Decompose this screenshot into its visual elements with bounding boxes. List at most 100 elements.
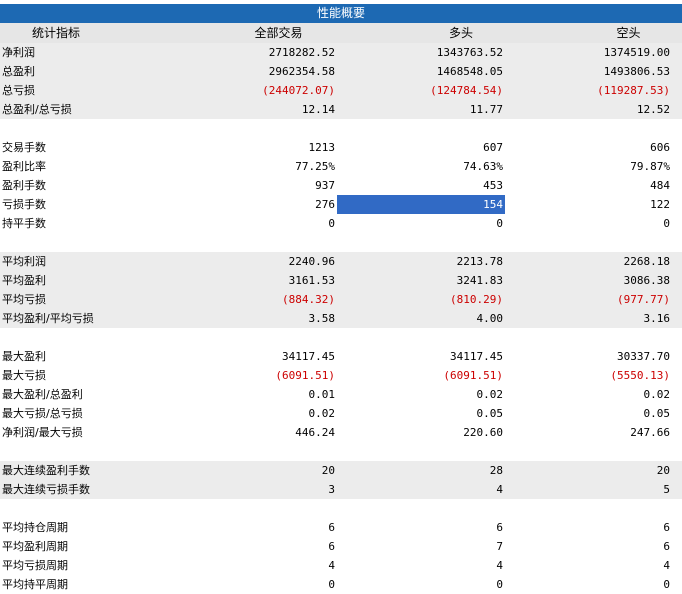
cell-long[interactable]: 607 (337, 138, 505, 157)
header-long[interactable]: 多头 (337, 23, 505, 43)
cell-all[interactable]: 0.01 (170, 385, 337, 404)
cell-long[interactable]: 220.60 (337, 423, 505, 442)
table-row[interactable]: 最大亏损/总亏损 0.02 0.05 0.05 (0, 404, 682, 423)
table-row[interactable]: 最大连续盈利手数 20 28 20 (0, 461, 682, 480)
cell-short[interactable]: 4 (505, 556, 672, 575)
table-row[interactable]: 平均持平周期 0 0 0 (0, 575, 682, 594)
cell-all[interactable]: 276 (170, 195, 337, 214)
table-row[interactable]: 最大盈利/总盈利 0.01 0.02 0.02 (0, 385, 682, 404)
selected-cell[interactable]: 154 (337, 195, 505, 214)
cell-all[interactable]: 77.25% (170, 157, 337, 176)
cell-short[interactable]: (119287.53) (505, 81, 672, 100)
cell-all[interactable]: 6 (170, 537, 337, 556)
cell-short[interactable]: 122 (505, 195, 672, 214)
table-row[interactable]: 总亏损 (244072.07) (124784.54) (119287.53) (0, 81, 682, 100)
table-row[interactable]: 平均亏损周期 4 4 4 (0, 556, 682, 575)
cell-all[interactable]: 2718282.52 (170, 43, 337, 62)
table-row[interactable]: 最大亏损 (6091.51) (6091.51) (5550.13) (0, 366, 682, 385)
cell-short[interactable]: 2268.18 (505, 252, 672, 271)
table-row[interactable]: 平均持仓周期 6 6 6 (0, 518, 682, 537)
cell-short[interactable]: 3086.38 (505, 271, 672, 290)
cell-long[interactable]: 3241.83 (337, 271, 505, 290)
cell-long[interactable]: 0 (337, 575, 505, 594)
table-row[interactable]: 平均利润 2240.96 2213.78 2268.18 (0, 252, 682, 271)
table-row[interactable]: 平均盈利周期 6 7 6 (0, 537, 682, 556)
cell-long[interactable]: 4 (337, 556, 505, 575)
cell-long[interactable]: 11.77 (337, 100, 505, 119)
cell-long[interactable]: 74.63% (337, 157, 505, 176)
table-row[interactable]: 总盈利/总亏损 12.14 11.77 12.52 (0, 100, 682, 119)
cell-short[interactable]: 3.16 (505, 309, 672, 328)
table-row[interactable]: 盈利手数 937 453 484 (0, 176, 682, 195)
cell-short[interactable]: 1374519.00 (505, 43, 672, 62)
cell-short[interactable]: 484 (505, 176, 672, 195)
cell-long[interactable]: 7 (337, 537, 505, 556)
header-metric[interactable]: 统计指标 (0, 23, 170, 43)
cell-all[interactable]: 34117.45 (170, 347, 337, 366)
cell-short[interactable]: 0.05 (505, 404, 672, 423)
cell-short[interactable]: 30337.70 (505, 347, 672, 366)
cell-long[interactable]: 4.00 (337, 309, 505, 328)
table-row[interactable]: 最大连续亏损手数 3 4 5 (0, 480, 682, 499)
cell-long[interactable]: 0.05 (337, 404, 505, 423)
cell-short[interactable]: 247.66 (505, 423, 672, 442)
cell-long[interactable]: 0.02 (337, 385, 505, 404)
table-row[interactable]: 持平手数 0 0 0 (0, 214, 682, 233)
cell-long[interactable]: 2213.78 (337, 252, 505, 271)
table-row[interactable]: 平均盈利 3161.53 3241.83 3086.38 (0, 271, 682, 290)
cell-short[interactable]: 0 (505, 214, 672, 233)
cell-all[interactable]: (244072.07) (170, 81, 337, 100)
table-row[interactable]: 总盈利 2962354.58 1468548.05 1493806.53 (0, 62, 682, 81)
cell-long[interactable]: 1468548.05 (337, 62, 505, 81)
table-row[interactable]: 最大盈利 34117.45 34117.45 30337.70 (0, 347, 682, 366)
cell-long[interactable]: 1343763.52 (337, 43, 505, 62)
cell-all[interactable]: 0 (170, 575, 337, 594)
table-row[interactable]: 亏损手数 276 154 122 (0, 195, 682, 214)
cell-long[interactable]: 28 (337, 461, 505, 480)
cell-short[interactable]: 1493806.53 (505, 62, 672, 81)
cell-short[interactable]: 6 (505, 518, 672, 537)
cell-long[interactable]: (6091.51) (337, 366, 505, 385)
cell-long[interactable]: 453 (337, 176, 505, 195)
cell-long[interactable]: 4 (337, 480, 505, 499)
cell-all[interactable]: 6 (170, 518, 337, 537)
cell-long[interactable]: 0 (337, 214, 505, 233)
table-row[interactable]: 平均盈利/平均亏损 3.58 4.00 3.16 (0, 309, 682, 328)
cell-short[interactable]: (5550.13) (505, 366, 672, 385)
cell-all[interactable]: 20 (170, 461, 337, 480)
cell-short[interactable]: 0.02 (505, 385, 672, 404)
cell-long[interactable]: (124784.54) (337, 81, 505, 100)
cell-long[interactable]: 6 (337, 518, 505, 537)
table-row[interactable]: 净利润 2718282.52 1343763.52 1374519.00 (0, 43, 682, 62)
table-row[interactable]: 盈利比率 77.25% 74.63% 79.87% (0, 157, 682, 176)
cell-short[interactable]: 6 (505, 537, 672, 556)
cell-short[interactable]: 0 (505, 575, 672, 594)
table-row[interactable]: 净利润/最大亏损 446.24 220.60 247.66 (0, 423, 682, 442)
cell-all[interactable]: 3 (170, 480, 337, 499)
cell-short[interactable]: 79.87% (505, 157, 672, 176)
table-row[interactable]: 平均亏损 (884.32) (810.29) (977.77) (0, 290, 682, 309)
cell-all[interactable]: 1213 (170, 138, 337, 157)
cell-all[interactable]: 0.02 (170, 404, 337, 423)
header-short[interactable]: 空头 (505, 23, 672, 43)
cell-short[interactable]: 5 (505, 480, 672, 499)
cell-all[interactable]: 2240.96 (170, 252, 337, 271)
cell-all[interactable]: 4 (170, 556, 337, 575)
header-all-trades[interactable]: 全部交易 (170, 23, 337, 43)
cell-short[interactable]: 20 (505, 461, 672, 480)
cell-short[interactable]: 606 (505, 138, 672, 157)
cell-all[interactable]: 3161.53 (170, 271, 337, 290)
cell-all[interactable]: 446.24 (170, 423, 337, 442)
cell-all[interactable]: (884.32) (170, 290, 337, 309)
cell-all[interactable]: 2962354.58 (170, 62, 337, 81)
cell-long[interactable]: (810.29) (337, 290, 505, 309)
cell-all[interactable]: 12.14 (170, 100, 337, 119)
cell-short[interactable]: (977.77) (505, 290, 672, 309)
cell-all[interactable]: 3.58 (170, 309, 337, 328)
cell-all[interactable]: 0 (170, 214, 337, 233)
cell-all[interactable]: 937 (170, 176, 337, 195)
cell-long[interactable]: 34117.45 (337, 347, 505, 366)
cell-short[interactable]: 12.52 (505, 100, 672, 119)
table-row[interactable]: 交易手数 1213 607 606 (0, 138, 682, 157)
cell-all[interactable]: (6091.51) (170, 366, 337, 385)
